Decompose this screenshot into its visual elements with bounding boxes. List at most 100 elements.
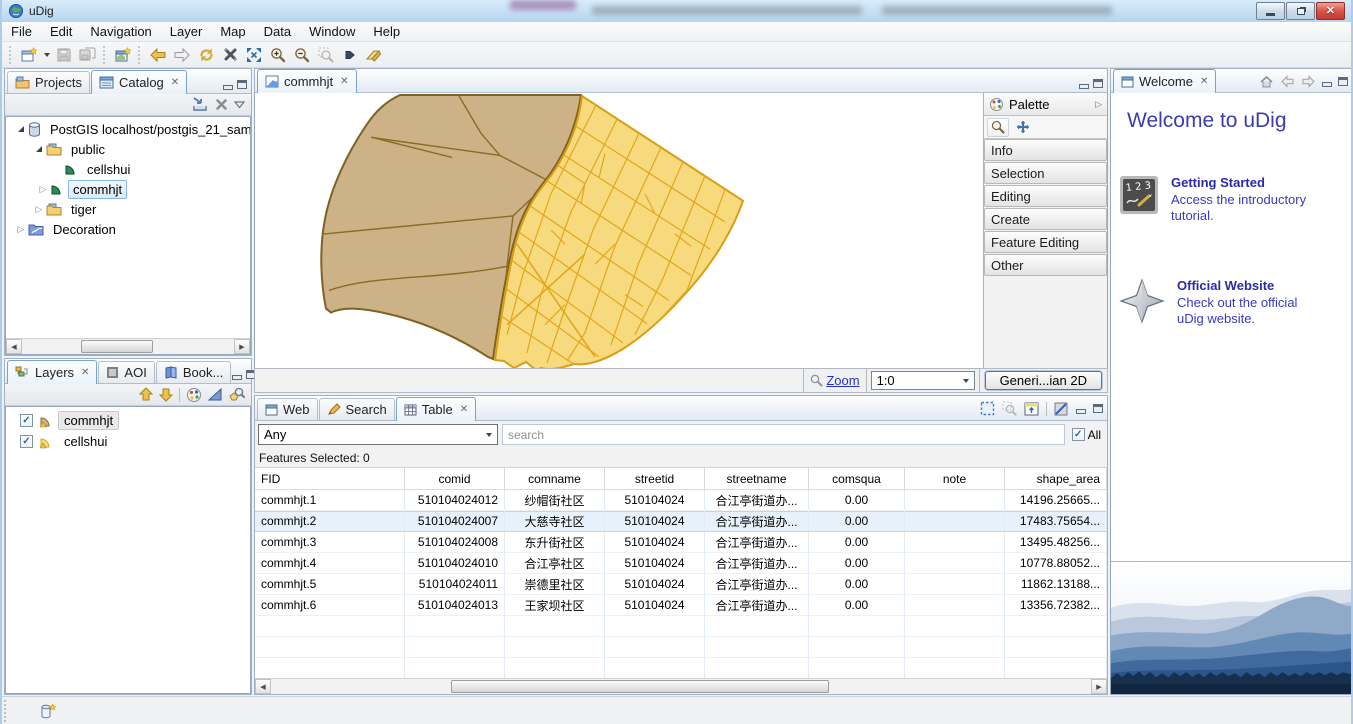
table-cell[interactable]: commhjt.1	[255, 490, 405, 511]
zoom-selection-button[interactable]	[314, 44, 338, 66]
column-header[interactable]: comsqua	[809, 468, 905, 489]
official-website-item[interactable]: Official Website Check out the official …	[1119, 278, 1346, 328]
palette-section-feature-editing[interactable]: Feature Editing	[984, 231, 1107, 253]
layer-row-cellshui[interactable]: ✓ cellshui	[6, 431, 250, 452]
table-cell[interactable]: 14196.25665...	[1005, 490, 1107, 511]
minimize-view-icon[interactable]	[223, 80, 233, 89]
table-cell[interactable]: 510104024013	[405, 595, 505, 616]
table-row[interactable]: commhjt.1510104024012纱帽街社区510104024合江亭街道…	[255, 490, 1107, 511]
tab-layers[interactable]: Layers ✕	[7, 360, 97, 384]
remove-icon[interactable]	[215, 98, 228, 111]
column-header[interactable]: streetname	[705, 468, 809, 489]
tab-projects[interactable]: Projects	[7, 71, 90, 93]
tree-item-decoration[interactable]: ▷ Decoration	[6, 219, 250, 239]
menu-data[interactable]: Data	[255, 22, 300, 42]
table-cell[interactable]: 崇德里社区	[505, 574, 605, 595]
tree-item-cellshui[interactable]: cellshui	[6, 159, 250, 179]
column-header[interactable]: shape_area	[1005, 468, 1107, 489]
tab-close-icon[interactable]: ✕	[81, 367, 89, 378]
tab-search[interactable]: Search	[319, 398, 395, 420]
table-cell[interactable]: 东升街社区	[505, 532, 605, 553]
tree-item-tiger[interactable]: ▷ tiger	[6, 199, 250, 219]
table-cell[interactable]: 17483.75654...	[1005, 511, 1107, 532]
tree-item-public[interactable]: public	[6, 139, 250, 159]
official-website-title[interactable]: Official Website	[1177, 278, 1327, 293]
tab-table[interactable]: Table ✕	[396, 397, 476, 421]
palette-pin-icon[interactable]: ▷	[1095, 99, 1102, 110]
table-row[interactable]: commhjt.2510104024007大慈寺社区510104024合江亭街道…	[255, 511, 1107, 532]
menu-map[interactable]: Map	[211, 22, 254, 42]
table-cell[interactable]: commhjt.4	[255, 553, 405, 574]
table-cell[interactable]	[905, 511, 1005, 532]
zoom-extent-button[interactable]	[242, 44, 266, 66]
column-header[interactable]: comid	[405, 468, 505, 489]
restore-button[interactable]	[1286, 2, 1315, 20]
table-cell[interactable]: 合江亭街道办...	[705, 553, 809, 574]
tree-label[interactable]: public	[66, 140, 110, 159]
new-wizard-button[interactable]	[17, 44, 41, 66]
style-palette-icon[interactable]	[186, 387, 202, 403]
attribute-filter-combobox[interactable]: Any	[258, 424, 498, 445]
tree-label[interactable]: Decoration	[48, 220, 121, 239]
collapsed-icon[interactable]: ▷	[40, 185, 47, 194]
map-canvas[interactable]	[255, 93, 983, 368]
table-row[interactable]: commhjt.6510104024013王家坝社区510104024合江亭街道…	[255, 595, 1107, 616]
new-map-button[interactable]	[111, 44, 135, 66]
layer-label[interactable]: commhjt	[58, 411, 119, 430]
save-button[interactable]	[52, 44, 76, 66]
tab-close-icon[interactable]: ✕	[340, 76, 348, 87]
tree-label[interactable]: cellshui	[82, 160, 135, 179]
scroll-thumb[interactable]	[451, 680, 828, 693]
zoom-to-layer-icon[interactable]	[229, 387, 245, 402]
zoom-tool-button[interactable]	[987, 118, 1009, 137]
column-header[interactable]: streetid	[605, 468, 705, 489]
view-menu-icon[interactable]	[234, 101, 245, 109]
projection-button[interactable]: Generi...ian 2D	[985, 371, 1102, 390]
tab-close-icon[interactable]: ✕	[171, 77, 179, 88]
palette-section-create[interactable]: Create	[984, 208, 1107, 230]
maximize-view-icon[interactable]	[1093, 79, 1103, 88]
scroll-left-icon[interactable]: ◀	[255, 679, 271, 694]
getting-started-title[interactable]: Getting Started	[1171, 175, 1321, 190]
minimize-view-icon[interactable]	[1079, 79, 1089, 88]
table-cell[interactable]: 合江亭街道办...	[705, 532, 809, 553]
table-cell[interactable]: 0.00	[809, 490, 905, 511]
table-row[interactable]: commhjt.4510104024010合江亭社区510104024合江亭街道…	[255, 553, 1107, 574]
table-cell[interactable]: 510104024011	[405, 574, 505, 595]
table-cell[interactable]	[905, 574, 1005, 595]
table-cell[interactable]: commhjt.5	[255, 574, 405, 595]
titlebar[interactable]: uDig ✕	[2, 0, 1351, 22]
zoom-control[interactable]: Zoom	[804, 369, 866, 392]
tree-label[interactable]: tiger	[66, 200, 101, 219]
delete-button[interactable]	[218, 44, 242, 66]
refresh-button[interactable]	[194, 44, 218, 66]
nav-forward-icon[interactable]	[1301, 75, 1316, 88]
eraser-button[interactable]	[362, 44, 386, 66]
database-task-icon[interactable]	[40, 702, 57, 720]
table-cell[interactable]: 合江亭街道办...	[705, 574, 809, 595]
table-cell[interactable]: 0.00	[809, 511, 905, 532]
scroll-thumb[interactable]	[81, 340, 153, 353]
table-cell[interactable]: 13356.72382...	[1005, 595, 1107, 616]
table-cell[interactable]	[905, 532, 1005, 553]
move-up-icon[interactable]	[139, 387, 153, 402]
back-button[interactable]	[146, 44, 170, 66]
tab-welcome[interactable]: Welcome ✕	[1113, 69, 1216, 93]
tab-editor-commhjt[interactable]: commhjt ✕	[257, 69, 357, 93]
palette-section-info[interactable]: Info	[984, 139, 1107, 161]
table-cell[interactable]: 13495.48256...	[1005, 532, 1107, 553]
expanded-icon[interactable]	[36, 146, 42, 152]
table-cell[interactable]: 纱帽街社区	[505, 490, 605, 511]
table-cell[interactable]: 510104024	[605, 490, 705, 511]
table-cell[interactable]: 510104024	[605, 532, 705, 553]
menu-edit[interactable]: Edit	[41, 22, 81, 42]
all-checkbox[interactable]: ✓	[1072, 428, 1085, 441]
table-cell[interactable]: 10778.88052...	[1005, 553, 1107, 574]
table-cell[interactable]: 510104024012	[405, 490, 505, 511]
table-cell[interactable]: commhjt.2	[255, 511, 405, 532]
table-cell[interactable]: 王家坝社区	[505, 595, 605, 616]
forward-button[interactable]	[170, 44, 194, 66]
tree-label[interactable]: commhjt	[68, 180, 127, 199]
column-header[interactable]: note	[905, 468, 1005, 489]
collapsed-icon[interactable]: ▷	[36, 205, 43, 214]
